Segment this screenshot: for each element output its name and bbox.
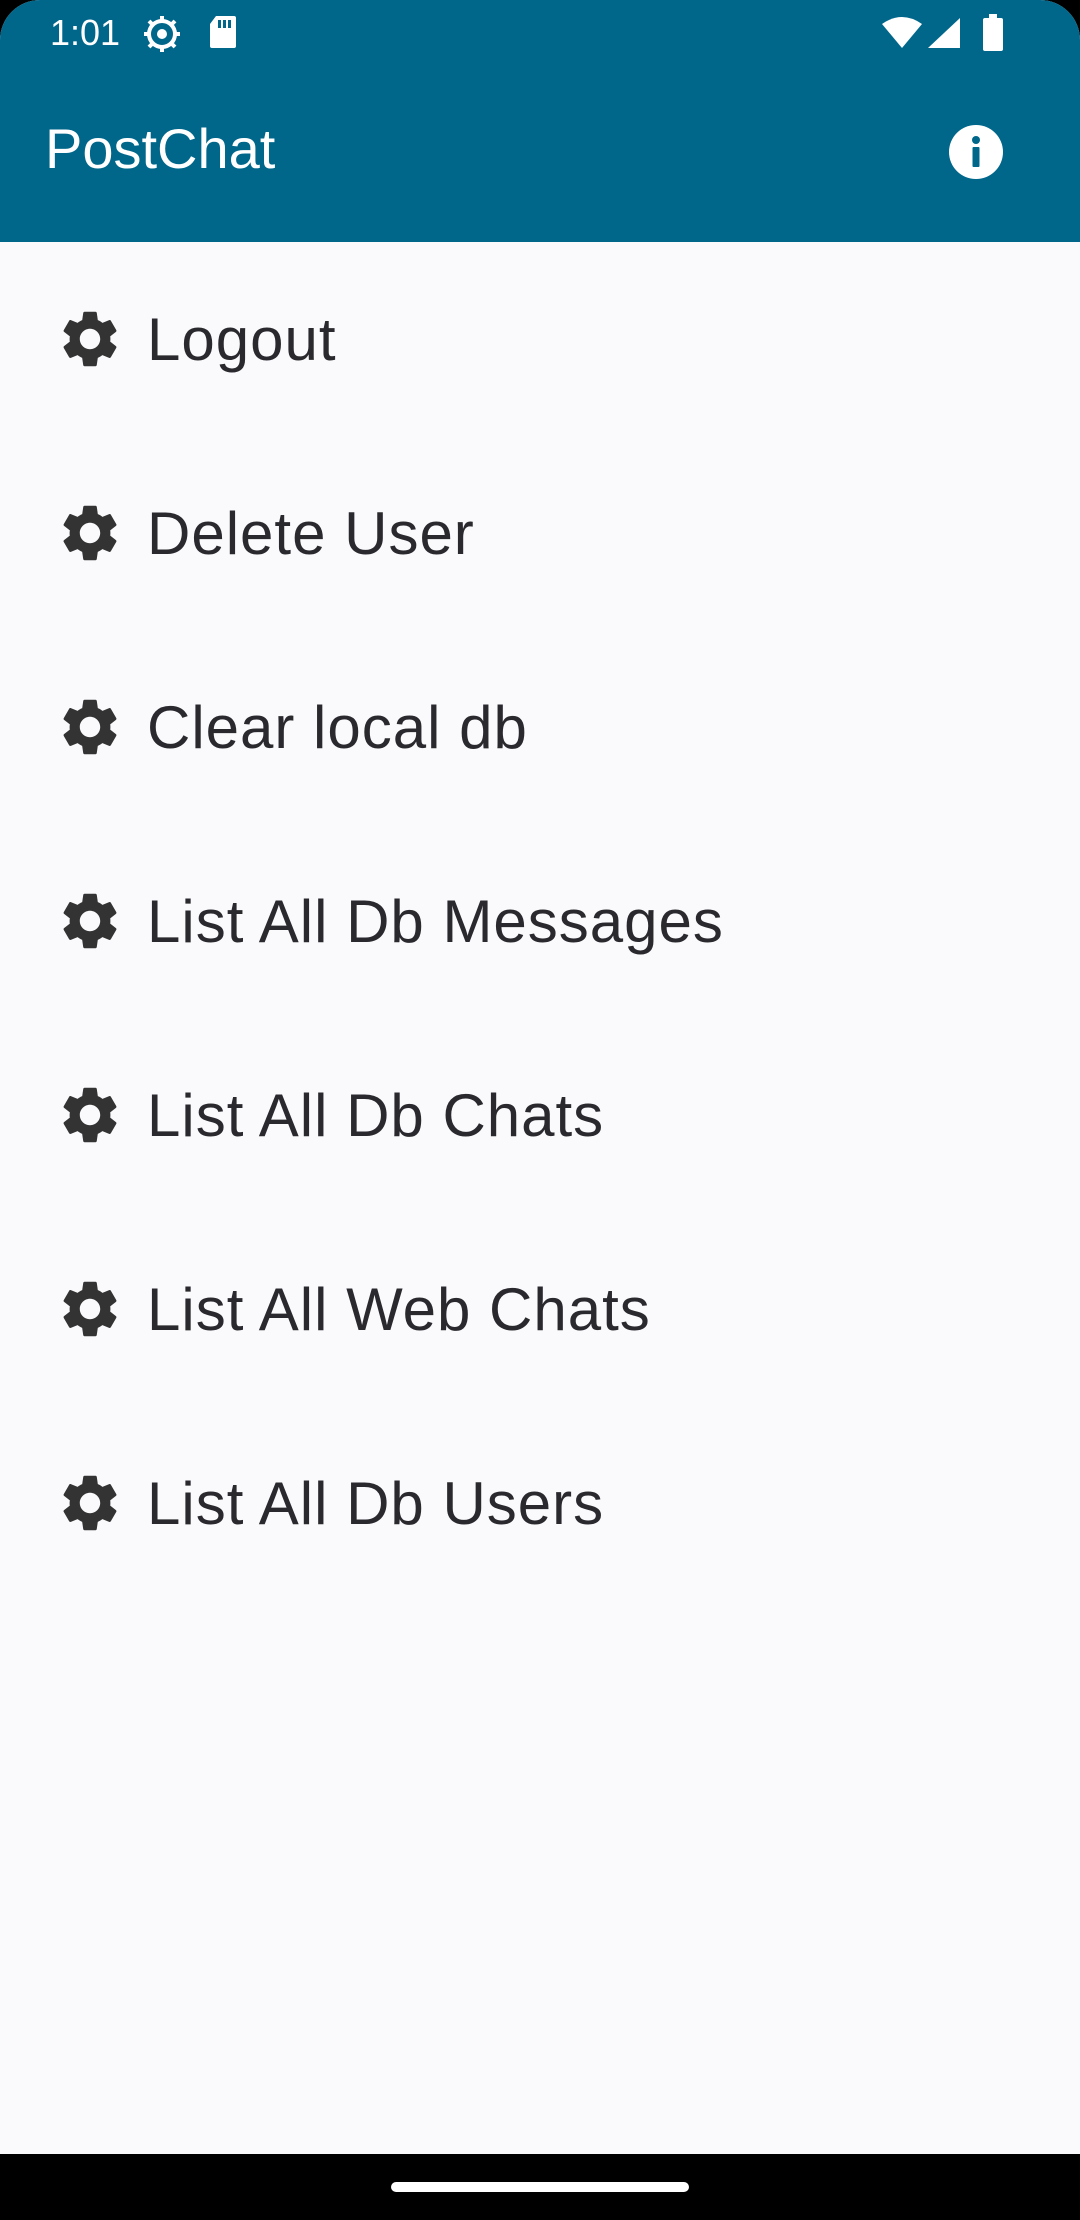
menu-item-label: Delete User (147, 500, 475, 567)
menu-item-label: List All Web Chats (147, 1276, 651, 1343)
settings-menu-list: Logout Delete User Clear local db List A… (0, 242, 1080, 1600)
info-button[interactable] (948, 124, 1004, 180)
menu-item-logout[interactable]: Logout (0, 242, 1080, 436)
sd-card-icon (208, 14, 238, 55)
menu-item-label: Clear local db (147, 694, 528, 761)
menu-item-label: Logout (147, 306, 337, 373)
menu-item-label: List All Db Users (147, 1470, 605, 1537)
app-title: PostChat (45, 117, 276, 180)
menu-item-label: List All Db Messages (147, 888, 724, 955)
gear-icon (63, 893, 117, 949)
info-icon (949, 125, 1003, 179)
gear-icon (63, 1087, 117, 1143)
gear-icon (63, 311, 117, 367)
wifi-icon (880, 16, 924, 55)
gear-icon (63, 1475, 117, 1531)
status-bar: 1:01 (0, 0, 1080, 66)
app-screen: 1:01 PostChat Logout Delete User Clear l… (0, 0, 1080, 2220)
battery-icon (982, 14, 1004, 57)
menu-item-list-all-db-users[interactable]: List All Db Users (0, 1406, 1080, 1600)
cell-signal-icon (926, 16, 962, 55)
gear-icon (63, 699, 117, 755)
menu-item-label: List All Db Chats (147, 1082, 605, 1149)
app-bar: PostChat (0, 66, 1080, 242)
status-time: 1:01 (50, 12, 121, 53)
settings-gear-icon (142, 14, 182, 59)
home-gesture-handle[interactable] (391, 2182, 689, 2192)
menu-item-clear-local-db[interactable]: Clear local db (0, 630, 1080, 824)
system-navigation-bar (0, 2154, 1080, 2220)
menu-item-list-all-db-chats[interactable]: List All Db Chats (0, 1018, 1080, 1212)
gear-icon (63, 505, 117, 561)
gear-icon (63, 1281, 117, 1337)
menu-item-list-all-db-messages[interactable]: List All Db Messages (0, 824, 1080, 1018)
menu-item-delete-user[interactable]: Delete User (0, 436, 1080, 630)
menu-item-list-all-web-chats[interactable]: List All Web Chats (0, 1212, 1080, 1406)
